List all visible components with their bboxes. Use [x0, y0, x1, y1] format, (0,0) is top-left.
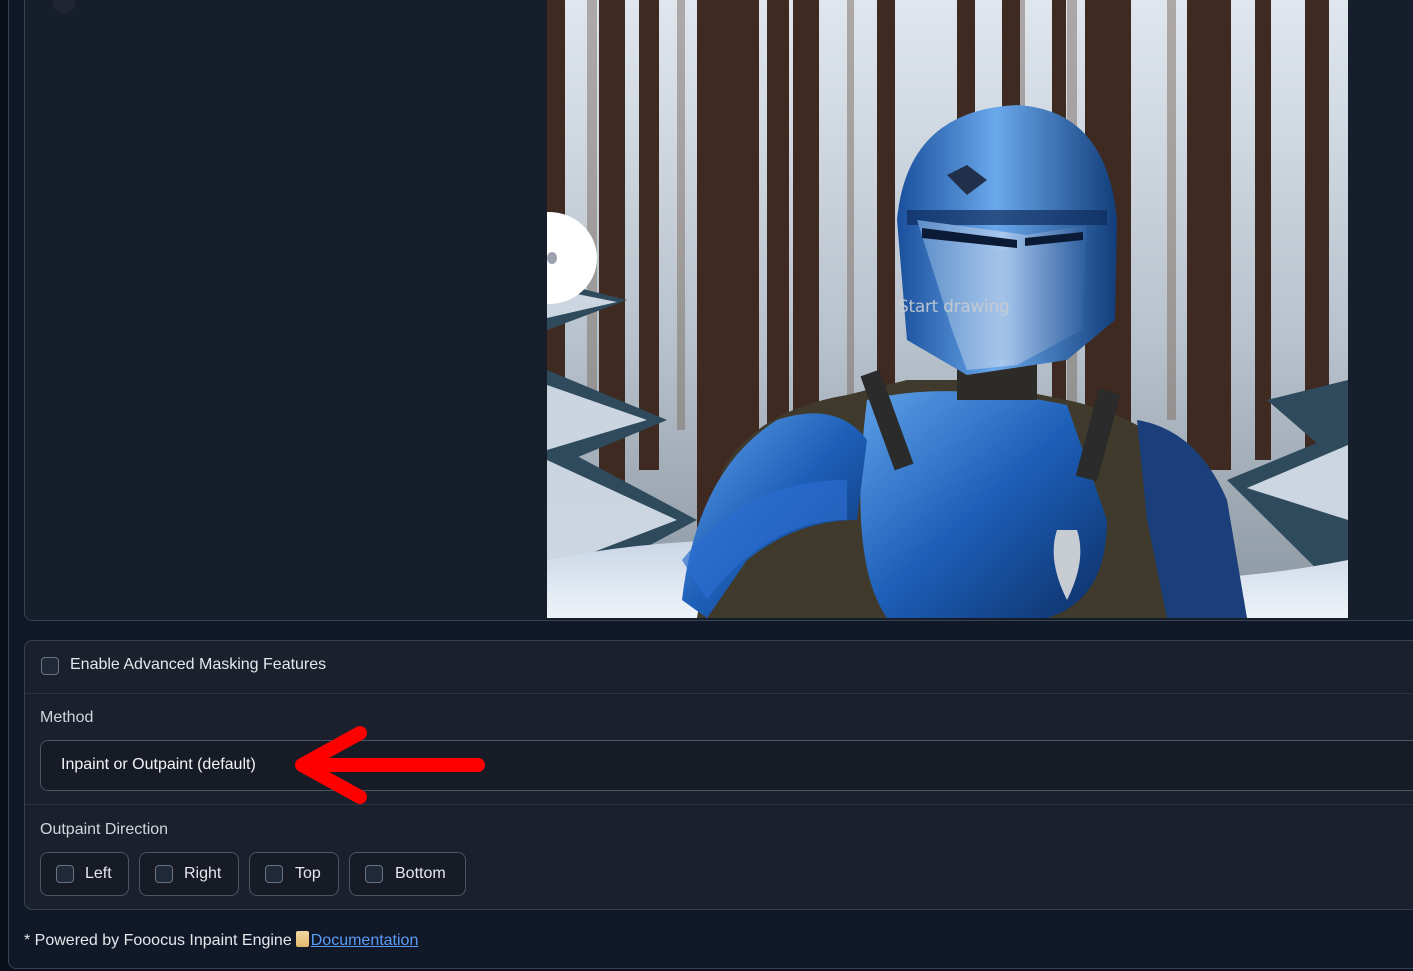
- outpaint-bottom-label[interactable]: Bottom: [395, 865, 446, 883]
- outpaint-left-label[interactable]: Left: [85, 865, 112, 883]
- outpaint-left-checkbox[interactable]: [56, 865, 74, 883]
- outpaint-top-option[interactable]: Top: [249, 852, 339, 896]
- advanced-masking-checkbox[interactable]: [41, 657, 59, 675]
- powered-by-text: * Powered by Fooocus Inpaint Engine: [24, 932, 292, 949]
- outpaint-top-label[interactable]: Top: [295, 865, 321, 883]
- outpaint-direction-label: Outpaint Direction: [40, 821, 169, 838]
- outpaint-right-label[interactable]: Right: [184, 865, 221, 883]
- canvas-status-text: Start drawing: [898, 297, 1010, 317]
- outpaint-bottom-option[interactable]: Bottom: [349, 852, 466, 896]
- advanced-masking-row[interactable]: Enable Advanced Masking Features: [25, 641, 1413, 694]
- advanced-masking-label[interactable]: Enable Advanced Masking Features: [70, 656, 326, 674]
- brush-cursor: [547, 212, 597, 304]
- masking-options-panel: Enable Advanced Masking Features Method …: [24, 640, 1413, 910]
- section-divider: [25, 804, 1413, 805]
- outpaint-right-checkbox[interactable]: [155, 865, 173, 883]
- documentation-link[interactable]: Documentation: [311, 932, 419, 949]
- outpaint-top-checkbox[interactable]: [265, 865, 283, 883]
- method-dropdown-value[interactable]: Inpaint or Outpaint (default): [61, 756, 256, 774]
- outpaint-right-option[interactable]: Right: [139, 852, 239, 896]
- footer: * Powered by Fooocus Inpaint Engine Docum…: [24, 931, 418, 950]
- method-dropdown[interactable]: Inpaint or Outpaint (default): [40, 740, 1413, 791]
- scroll-icon: [295, 931, 309, 947]
- outpaint-bottom-checkbox[interactable]: [365, 865, 383, 883]
- canvas-handle: [52, 0, 76, 13]
- outpaint-left-option[interactable]: Left: [40, 852, 129, 896]
- method-label: Method: [40, 709, 94, 726]
